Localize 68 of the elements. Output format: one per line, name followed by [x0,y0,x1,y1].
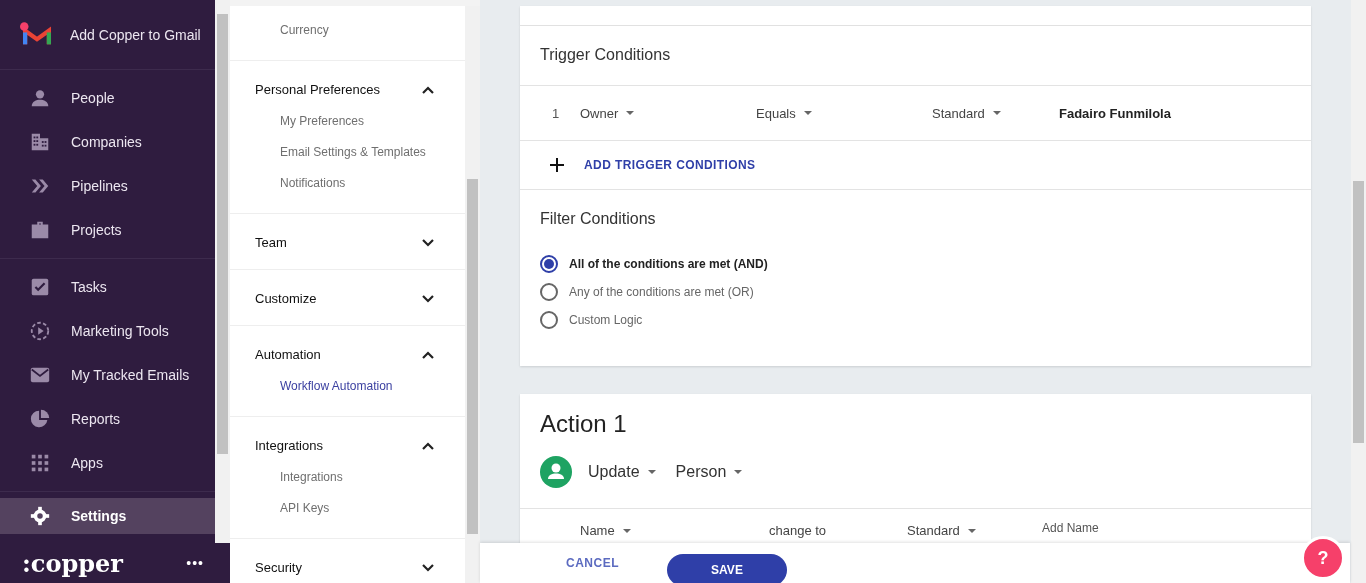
radio-label: Custom Logic [569,313,643,327]
radio-button[interactable] [540,255,558,273]
caret-icon [803,111,812,115]
promo-link[interactable]: Add Copper to Gmail [70,26,201,43]
menu-item[interactable]: Currency [230,15,465,46]
pie-icon [29,408,51,430]
section-title: Filter Conditions [540,210,657,228]
person-icon [540,456,572,488]
radio-label: Any of the conditions are met (OR) [569,285,754,299]
briefcase-icon [29,219,51,241]
radio-button[interactable] [540,283,558,301]
nav-item[interactable]: Pipelines [0,164,215,208]
person-icon [29,87,51,109]
section-header[interactable]: Security [230,539,465,583]
nav-item[interactable]: Tasks [0,265,215,309]
chevron-icon [421,293,435,304]
nav-item[interactable]: Settings [0,498,215,534]
field-dropdown[interactable]: Name [580,523,631,538]
chevron-icon [421,349,435,360]
scrollbar[interactable] [465,6,480,583]
operator-label: change to [769,523,827,538]
nav-item[interactable]: My Tracked Emails [0,353,215,397]
section-header[interactable]: Team [230,214,465,269]
value-type-dropdown[interactable]: Standard [932,105,1001,121]
grid-icon [29,452,51,474]
menu-item[interactable]: Notifications [230,168,465,199]
caret-icon [647,470,656,474]
more-button[interactable]: ••• [186,555,204,571]
section-header[interactable]: Customize [230,270,465,325]
check-icon [29,276,51,298]
play-icon [29,320,51,342]
save-button[interactable]: SAVE [667,554,787,583]
action-dropdown[interactable]: Update [588,463,656,481]
menu-item[interactable]: Email Settings & Templates [230,137,465,168]
building-icon [29,131,51,153]
radio-button[interactable] [540,311,558,329]
nav-item[interactable]: People [0,76,215,120]
nav-item[interactable]: Projects [0,208,215,252]
caret-icon [992,111,1001,115]
scrollbar[interactable] [1351,0,1366,583]
menu-item[interactable]: API Keys [230,493,465,524]
nav-item[interactable]: Companies [0,120,215,164]
condition-value: Fadairo Funmilola [1059,105,1171,121]
chevron-icon [421,562,435,573]
section-title: Trigger Conditions [520,26,1311,86]
gear-icon [29,505,51,527]
caret-icon [626,111,635,115]
row-number: 1 [552,105,560,121]
nav-item[interactable]: Reports [0,397,215,441]
plus-icon [550,158,564,172]
cancel-button[interactable]: CANCEL [564,552,621,574]
add-trigger-button[interactable]: ADD TRIGGER CONDITIONS [584,158,756,172]
caret-icon [622,528,631,533]
chevron-icon [421,237,435,248]
chevron-icon [421,84,435,95]
scrollbar[interactable] [215,0,230,543]
value-type-dropdown[interactable]: Standard [907,523,976,538]
caret-icon [967,528,976,533]
radio-label: All of the conditions are met (AND) [569,257,768,271]
record-type-dropdown[interactable]: Person [675,463,743,481]
copper-logo: :copper [22,548,123,578]
operator-dropdown[interactable]: Equals [756,105,812,121]
nav-item[interactable]: Marketing Tools [0,309,215,353]
nav-item[interactable]: Apps [0,441,215,485]
field-dropdown[interactable]: Owner [580,105,635,121]
action-title: Action 1 [539,409,628,439]
caret-icon [734,470,743,474]
chevron-icon [421,440,435,451]
